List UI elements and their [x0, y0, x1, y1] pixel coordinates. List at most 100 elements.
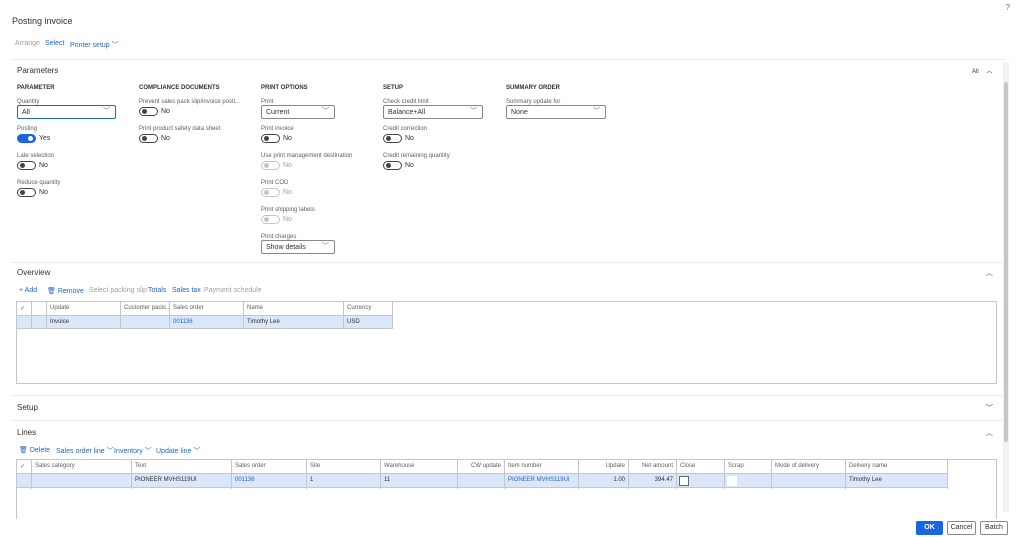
late-selection-toggle[interactable]	[17, 161, 36, 170]
trash-icon: 🗑	[19, 447, 28, 454]
cell-item-number[interactable]: PIONEER MVHS119UI	[505, 474, 579, 489]
payment-schedule-button[interactable]: Payment schedule	[204, 287, 262, 294]
overview-grid: ✓ Update Customer packi... Sales order N…	[16, 301, 997, 384]
chevron-down-icon: ﹀	[111, 42, 119, 49]
col-mode-of-delivery[interactable]: Mode of delivery	[772, 460, 846, 473]
delete-button[interactable]: 🗑 Delete	[19, 446, 50, 454]
cell-site: 1	[307, 474, 381, 489]
parameters-header[interactable]: Parameters	[17, 66, 58, 75]
remove-button[interactable]: 🗑 Remove	[47, 287, 84, 295]
col-net-amount[interactable]: Net amount	[629, 460, 677, 473]
page-title: Posting invoice	[12, 16, 73, 26]
credit-correction-toggle[interactable]	[383, 134, 402, 143]
divider	[12, 262, 1006, 263]
update-line-label: Update line	[156, 448, 192, 455]
credit-remaining-value: No	[405, 162, 414, 169]
credit-remaining-toggle[interactable]	[383, 161, 402, 170]
scrollbar[interactable]	[1003, 62, 1009, 512]
print-cod-value: No	[283, 189, 292, 196]
row-checkbox[interactable]	[17, 316, 32, 329]
reduce-quantity-toggle[interactable]	[17, 188, 36, 197]
summary-update-select[interactable]: None ﹀	[506, 105, 606, 119]
ok-button[interactable]: OK	[916, 521, 943, 535]
col-sales-order[interactable]: Sales order	[170, 302, 244, 315]
col-close[interactable]: Close	[677, 460, 725, 473]
col-customer-packing[interactable]: Customer packi...	[121, 302, 170, 315]
printer-setup-button[interactable]: Printer setup ﹀	[70, 40, 119, 50]
scrap-checkbox[interactable]	[727, 476, 737, 486]
sales-order-line-button[interactable]: Sales order line ﹀	[56, 446, 114, 456]
print-charges-select[interactable]: Show details ﹀	[261, 240, 335, 254]
col-item-number[interactable]: Item number	[505, 460, 579, 473]
sales-order-line-label: Sales order line	[56, 448, 105, 455]
cell-net-amount: 394.47	[629, 474, 677, 489]
setup-group-header: SETUP	[383, 85, 404, 91]
select-packing-slip-button[interactable]: Select packing slip	[89, 287, 147, 294]
quantity-value: All	[22, 109, 30, 116]
lines-header[interactable]: Lines	[17, 428, 36, 437]
cell-sales-order[interactable]: 001136	[170, 316, 244, 329]
quantity-select[interactable]: All ﹀	[17, 105, 116, 119]
update-line-button[interactable]: Update line ﹀	[156, 446, 200, 456]
table-row[interactable]: PIONEER MVHS119UI 001136 1 11 PIONEER MVHS11…	[17, 473, 948, 489]
col-site[interactable]: Site	[307, 460, 381, 473]
print-management-toggle	[261, 161, 280, 170]
remove-label: Remove	[57, 288, 84, 295]
scrollbar-thumb[interactable]	[1004, 82, 1008, 442]
cancel-button[interactable]: Cancel	[947, 521, 976, 535]
chevron-up-icon[interactable]: ︿	[986, 268, 993, 278]
setup-header[interactable]: Setup	[17, 403, 38, 412]
posting-label: Posting	[17, 126, 38, 132]
trash-icon: 🗑	[47, 288, 56, 295]
print-select[interactable]: Current ﹀	[261, 105, 335, 119]
overview-grid-header: ✓ Update Customer packi... Sales order N…	[17, 302, 393, 315]
print-options-header: PRINT OPTIONS	[261, 85, 308, 91]
col-update[interactable]: Update	[47, 302, 121, 315]
posting-toggle[interactable]	[17, 134, 36, 143]
batch-button[interactable]: Batch	[980, 521, 1008, 535]
help-icon[interactable]: ?	[1006, 3, 1010, 12]
col-currency[interactable]: Currency	[344, 302, 393, 315]
chevron-up-icon[interactable]: ︿	[986, 428, 993, 438]
summary-order-header: SUMMARY ORDER	[506, 85, 561, 91]
reduce-quantity-label: Reduce quantity	[17, 180, 61, 186]
credit-correction-label: Credit correction	[383, 126, 428, 132]
print-management-value: No	[283, 162, 292, 169]
col-scrap[interactable]: Scrap	[725, 460, 772, 473]
add-button[interactable]: + Add	[19, 287, 37, 294]
all-toggle[interactable]: All ︿	[972, 66, 992, 75]
col-delivery-name[interactable]: Delivery name	[846, 460, 948, 473]
chevron-down-icon: ﹀	[103, 108, 110, 115]
inventory-button[interactable]: Inventory ﹀	[114, 446, 152, 456]
prevent-toggle[interactable]	[139, 107, 158, 116]
row-checkbox[interactable]	[17, 474, 32, 489]
col-sales-category[interactable]: Sales category	[32, 460, 132, 473]
inventory-label: Inventory	[114, 448, 143, 455]
late-selection-value: No	[39, 162, 48, 169]
arrange-button[interactable]: Arrange	[15, 40, 40, 47]
safety-value: No	[161, 135, 170, 142]
credit-limit-select[interactable]: Balance+All ﹀	[383, 105, 483, 119]
cell-update: Invoice	[47, 316, 121, 329]
col-warehouse[interactable]: Warehouse	[381, 460, 458, 473]
select-all-checkbox[interactable]: ✓	[17, 460, 32, 473]
col-name[interactable]: Name	[244, 302, 344, 315]
col-cw-update[interactable]: CW update	[458, 460, 505, 473]
close-checkbox[interactable]	[679, 476, 689, 486]
select-button[interactable]: Select	[45, 40, 64, 47]
chevron-down-icon[interactable]: ﹀	[986, 403, 993, 413]
col-sales-order[interactable]: Sales order	[232, 460, 307, 473]
col-text[interactable]: Text	[132, 460, 232, 473]
safety-toggle[interactable]	[139, 134, 158, 143]
select-all-checkbox[interactable]: ✓	[17, 302, 32, 315]
summary-update-value: None	[511, 109, 528, 116]
cell-sales-order[interactable]: 001136	[232, 474, 307, 489]
col-update[interactable]: Update	[579, 460, 629, 473]
print-invoice-toggle[interactable]	[261, 134, 280, 143]
totals-button[interactable]: Totals	[148, 287, 166, 294]
cell-sales-category	[32, 474, 132, 489]
table-row[interactable]: Invoice 001136 Timothy Lee USD	[17, 315, 393, 329]
sales-tax-button[interactable]: Sales tax	[172, 287, 201, 294]
chevron-down-icon: ﹀	[193, 448, 201, 455]
overview-header[interactable]: Overview	[17, 268, 50, 277]
